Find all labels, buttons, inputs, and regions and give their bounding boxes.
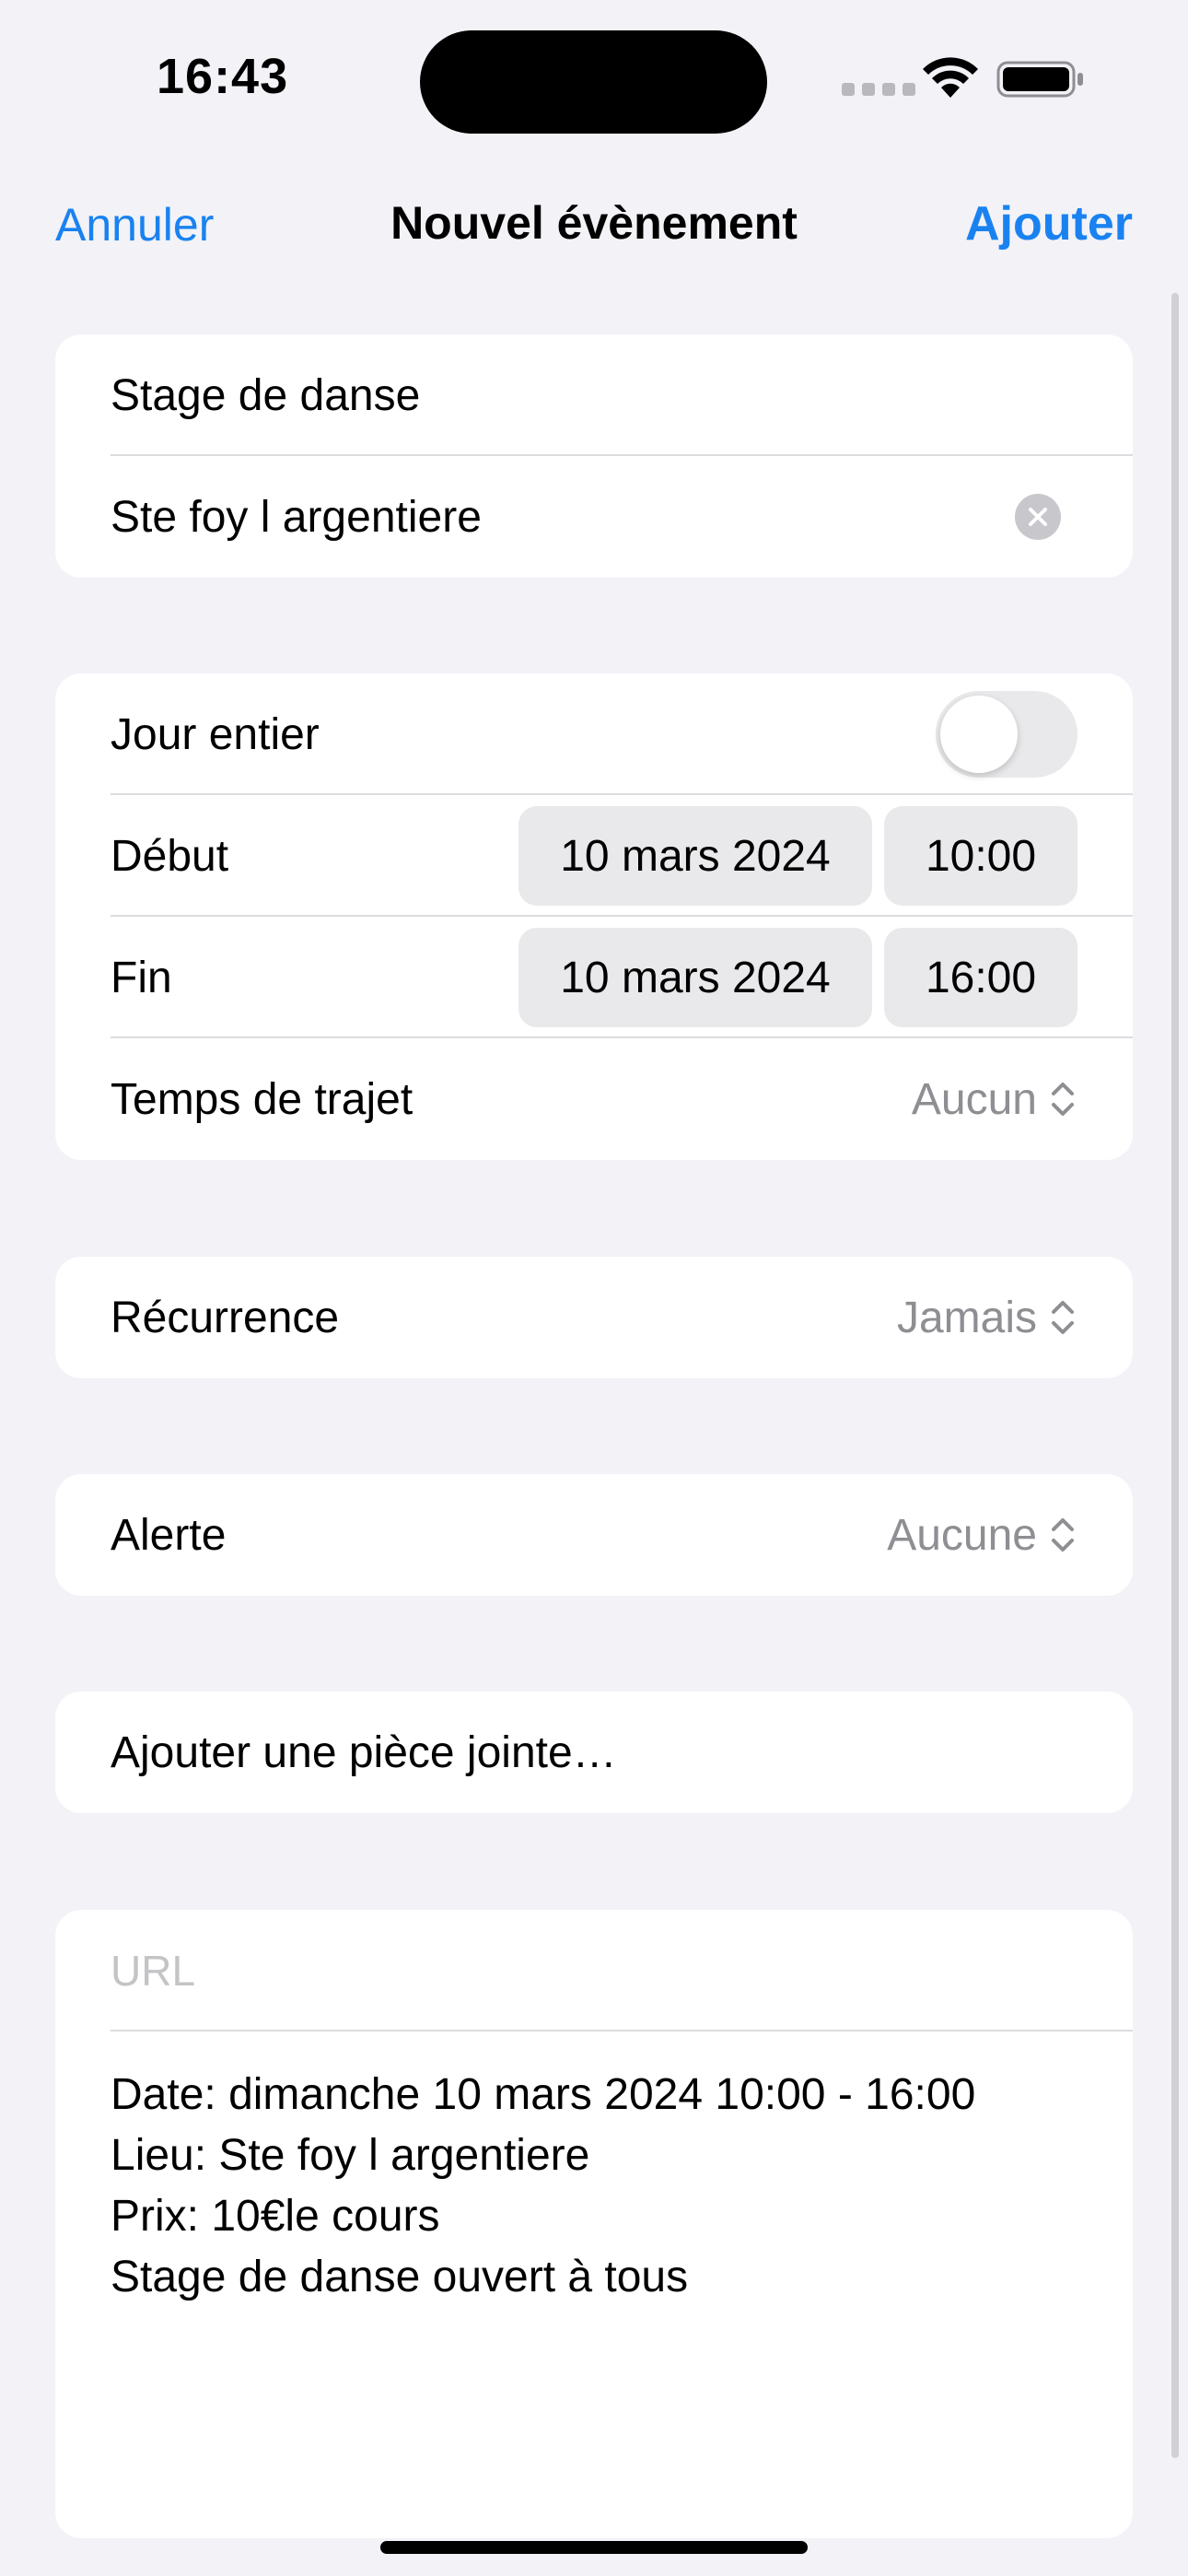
chevron-up-down-icon xyxy=(1052,1301,1074,1334)
chevron-up-down-icon xyxy=(1052,1518,1074,1551)
recurrence-label: Récurrence xyxy=(111,1293,340,1342)
attachment-card[interactable]: Ajouter une pièce jointe… xyxy=(55,1692,1133,1813)
dynamic-island xyxy=(420,30,767,134)
title-field[interactable]: Stage de danse xyxy=(111,370,420,421)
title-location-card: Stage de danse Ste foy l argentiere xyxy=(55,334,1133,578)
end-date-button[interactable]: 10 mars 2024 xyxy=(518,928,872,1027)
alert-value: Aucune xyxy=(887,1510,1037,1560)
signal-icon xyxy=(842,83,915,96)
clear-icon[interactable] xyxy=(1015,494,1061,540)
add-button[interactable]: Ajouter xyxy=(965,196,1133,252)
url-field[interactable]: URL xyxy=(111,1946,195,1996)
notes-line: Lieu: Ste foy l argentiere xyxy=(111,2131,590,2180)
all-day-label: Jour entier xyxy=(111,709,320,759)
dates-card: Jour entier Début 10 mars 2024 10:00 Fin… xyxy=(55,673,1133,1160)
divider xyxy=(111,2030,1133,2032)
all-day-row: Jour entier xyxy=(55,673,1133,795)
start-date-button[interactable]: 10 mars 2024 xyxy=(518,806,872,906)
notes-line: Prix: 10€le cours xyxy=(111,2192,440,2241)
battery-icon xyxy=(996,61,1083,98)
alert-row[interactable]: Alerte Aucune xyxy=(55,1474,1133,1596)
recurrence-row[interactable]: Récurrence Jamais xyxy=(55,1257,1133,1378)
travel-time-picker[interactable]: Aucun xyxy=(912,1074,1076,1125)
end-time-button[interactable]: 16:00 xyxy=(884,928,1077,1027)
alert-card[interactable]: Alerte Aucune xyxy=(55,1474,1133,1596)
recurrence-card[interactable]: Récurrence Jamais xyxy=(55,1257,1133,1378)
url-notes-card: URL Date: dimanche 10 mars 2024 10:00 - … xyxy=(55,1910,1133,2538)
start-label: Début xyxy=(111,831,229,881)
start-time-button[interactable]: 10:00 xyxy=(884,806,1077,906)
start-row: Début 10 mars 2024 10:00 xyxy=(55,795,1133,917)
chevron-up-down-icon xyxy=(1052,1083,1074,1116)
location-field[interactable]: Ste foy l argentiere xyxy=(111,492,482,543)
location-row[interactable]: Ste foy l argentiere xyxy=(55,456,1133,578)
travel-time-value: Aucun xyxy=(911,1074,1037,1124)
wifi-icon xyxy=(923,57,978,98)
alert-label: Alerte xyxy=(111,1510,227,1560)
home-indicator[interactable] xyxy=(380,2541,808,2554)
url-row[interactable]: URL xyxy=(55,1910,1133,2032)
all-day-toggle[interactable] xyxy=(936,691,1077,778)
travel-time-row[interactable]: Temps de trajet Aucun xyxy=(55,1038,1133,1160)
notes-line: Stage de danse ouvert à tous xyxy=(111,2253,689,2301)
title-row[interactable]: Stage de danse xyxy=(55,334,1133,456)
recurrence-value: Jamais xyxy=(896,1293,1037,1342)
end-label: Fin xyxy=(111,953,172,1002)
notes-line: Date: dimanche 10 mars 2024 10:00 - 16:0… xyxy=(111,2070,976,2119)
end-row: Fin 10 mars 2024 16:00 xyxy=(55,917,1133,1038)
alert-picker[interactable]: Aucune xyxy=(887,1510,1076,1561)
attachment-row[interactable]: Ajouter une pièce jointe… xyxy=(55,1692,1133,1813)
status-time: 16:43 xyxy=(157,49,289,104)
toggle-knob xyxy=(940,696,1018,773)
recurrence-picker[interactable]: Jamais xyxy=(897,1293,1076,1343)
travel-time-label: Temps de trajet xyxy=(111,1074,413,1124)
scrollbar[interactable] xyxy=(1171,293,1179,2458)
notes-field[interactable]: Date: dimanche 10 mars 2024 10:00 - 16:0… xyxy=(111,2065,975,2308)
add-attachment-button[interactable]: Ajouter une pièce jointe… xyxy=(111,1727,617,1778)
